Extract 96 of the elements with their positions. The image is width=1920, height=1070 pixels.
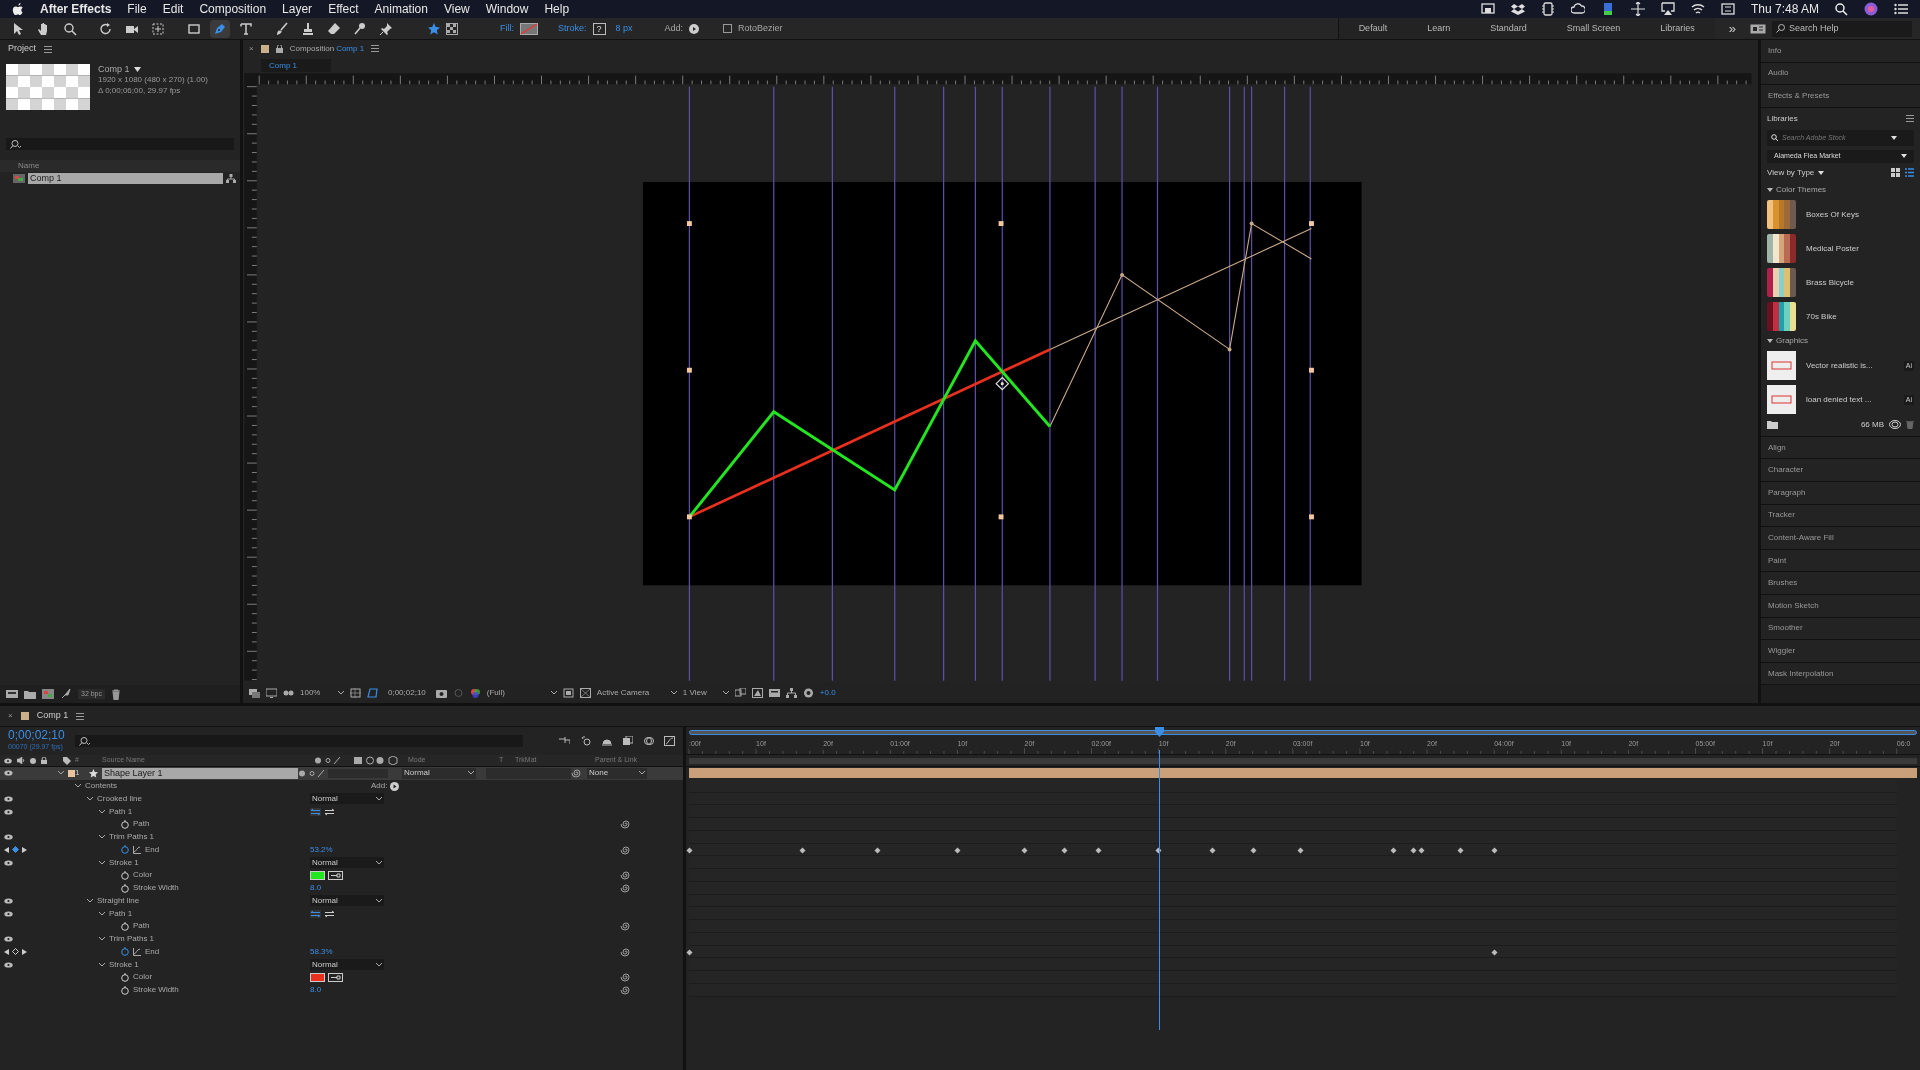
column-header[interactable]: Name [18, 160, 40, 172]
property-label[interactable]: End [145, 843, 160, 856]
project-item[interactable]: Comp 1 [28, 173, 223, 184]
search-help-field[interactable]: Search Help [1789, 21, 1899, 36]
blend-mode-dropdown[interactable]: Normal [310, 793, 384, 805]
panel-tab[interactable]: Align [1768, 441, 1786, 454]
composition-tab-label[interactable]: Composition [289, 43, 335, 55]
property-label[interactable]: Path [133, 920, 150, 933]
fill-label: Fill: [500, 21, 514, 35]
add-label: Add: [371, 780, 388, 793]
menu-item[interactable]: Composition [199, 0, 267, 18]
property-group-label[interactable]: Stroke 1 [109, 856, 139, 869]
property-group-label[interactable]: Stroke 1 [109, 958, 139, 971]
workspace-tab[interactable]: Default [1338, 21, 1408, 36]
library-item-name[interactable]: Boxes Of Keys [1806, 208, 1914, 221]
panel-title[interactable]: Project [8, 42, 36, 56]
property-group-label[interactable]: Contents [85, 780, 118, 793]
workspace-tab[interactable]: Learn [1407, 21, 1471, 36]
workspace-tab[interactable]: Small Screen [1546, 21, 1641, 36]
magnification-dropdown[interactable]: 100% [300, 687, 344, 699]
menubar-clock: Thu 7:48 AM [1750, 1, 1819, 18]
layer-number: 1 [75, 767, 81, 780]
menu-item[interactable]: View [443, 0, 470, 18]
panel-tab[interactable]: Info [1768, 44, 1782, 57]
workspace-tab[interactable]: Libraries [1640, 21, 1715, 36]
property-group-label[interactable]: Trim Paths 1 [109, 831, 155, 844]
property-group-label[interactable]: Crooked line [97, 792, 142, 805]
parent-dropdown[interactable]: None [587, 767, 647, 779]
panel-tab[interactable]: Motion Sketch [1768, 599, 1819, 612]
menu-item[interactable]: Help [544, 0, 570, 18]
menu-item[interactable]: Effect [328, 0, 359, 18]
timeline-tab[interactable]: Comp 1 [36, 709, 69, 723]
more-workspaces-button[interactable]: » [1720, 18, 1744, 39]
panel-title[interactable]: Libraries [1767, 112, 1798, 125]
property-group-label[interactable]: Path 1 [109, 805, 133, 818]
section-header[interactable]: Color Themes [1776, 184, 1827, 197]
storage-size: 66 MB [1860, 418, 1884, 431]
view-layout-dropdown[interactable]: 1 View [682, 687, 729, 699]
blend-mode-dropdown[interactable]: Normal [310, 857, 384, 869]
stroke-swatch[interactable]: ? [592, 22, 606, 35]
panel-tab[interactable]: Brushes [1768, 577, 1798, 590]
exposure-value[interactable]: +0.0 [819, 687, 836, 699]
panel-tab[interactable]: Tracker [1768, 509, 1795, 522]
comp-size: 1920 x 1080 (480 x 270) (1.00) [98, 75, 208, 85]
property-group-label[interactable]: Trim Paths 1 [109, 933, 155, 946]
menu-item[interactable]: Layer [282, 0, 313, 18]
property-label[interactable]: Stroke Width [133, 984, 179, 997]
property-value[interactable]: 8.0 [310, 984, 322, 997]
panel-tab[interactable]: Paragraph [1768, 486, 1806, 499]
composition-tab-name[interactable]: Comp 1 [336, 43, 365, 55]
property-label[interactable]: End [145, 945, 160, 958]
property-value[interactable]: 8.0 [310, 882, 322, 895]
close-button[interactable]: × [249, 43, 254, 55]
blend-mode-dropdown[interactable]: Normal [402, 767, 476, 779]
comp-name: Comp 1 [98, 64, 130, 74]
property-group-label[interactable]: Path 1 [109, 907, 133, 920]
property-label[interactable]: Color [133, 971, 153, 984]
menu-item[interactable]: File [127, 0, 147, 18]
panel-tab[interactable]: Smoother [1768, 622, 1803, 635]
panel-tab[interactable]: Wiggler [1768, 644, 1796, 657]
resolution-dropdown[interactable]: (Full) [486, 687, 557, 699]
current-time[interactable]: 0;00;02;10 [8, 730, 65, 741]
library-item-name[interactable]: loan denied text ... [1806, 393, 1894, 406]
panel-tab[interactable]: Paint [1768, 554, 1787, 567]
library-item-name[interactable]: 70s Bike [1806, 310, 1914, 323]
view-by-dropdown[interactable]: View by Type [1767, 166, 1825, 179]
layer-name[interactable]: Shape Layer 1 [102, 767, 298, 779]
library-item-name[interactable]: Brass Bicycle [1806, 276, 1914, 289]
menu-item[interactable]: Window [485, 0, 529, 18]
library-item-name[interactable]: Medical Poster [1806, 242, 1914, 255]
stroke-width-value[interactable]: 8 px [615, 21, 633, 36]
menu-item[interactable]: Animation [374, 0, 428, 18]
section-header[interactable]: Graphics [1776, 335, 1808, 348]
property-group-label[interactable]: Straight line [97, 894, 140, 907]
current-time-display[interactable]: 0;00;02;10 [384, 687, 430, 699]
property-label[interactable]: Path [133, 818, 150, 831]
close-button[interactable]: × [8, 710, 13, 722]
blend-mode-dropdown[interactable]: Normal [310, 959, 384, 971]
stroke-label: Stroke: [558, 21, 587, 35]
app-menu[interactable]: After Effects [40, 0, 112, 18]
library-item-name[interactable]: Vector realistic is... [1806, 359, 1894, 372]
camera-dropdown[interactable]: Active Camera [596, 687, 677, 699]
blend-mode-dropdown[interactable]: Normal [310, 895, 384, 907]
add-label: Add: [664, 21, 684, 35]
menu-item[interactable]: Edit [162, 0, 184, 18]
property-label[interactable]: Stroke Width [133, 882, 179, 895]
panel-tab[interactable]: Audio [1768, 67, 1789, 80]
property-label[interactable]: Color [133, 869, 153, 882]
rotobezier-label: RotoBezier [738, 21, 783, 35]
comp-duration: Δ 0;00;06;00, 29.97 fps [98, 86, 182, 96]
search-help-box[interactable]: Search Help [1772, 20, 1912, 37]
comp-subtab[interactable]: Comp 1 [261, 58, 331, 72]
panel-tab[interactable]: Character [1768, 464, 1804, 477]
property-value[interactable]: 58.3% [310, 945, 333, 958]
workspace-tab[interactable]: Standard [1470, 21, 1547, 36]
property-value[interactable]: 53.2% [310, 843, 333, 856]
